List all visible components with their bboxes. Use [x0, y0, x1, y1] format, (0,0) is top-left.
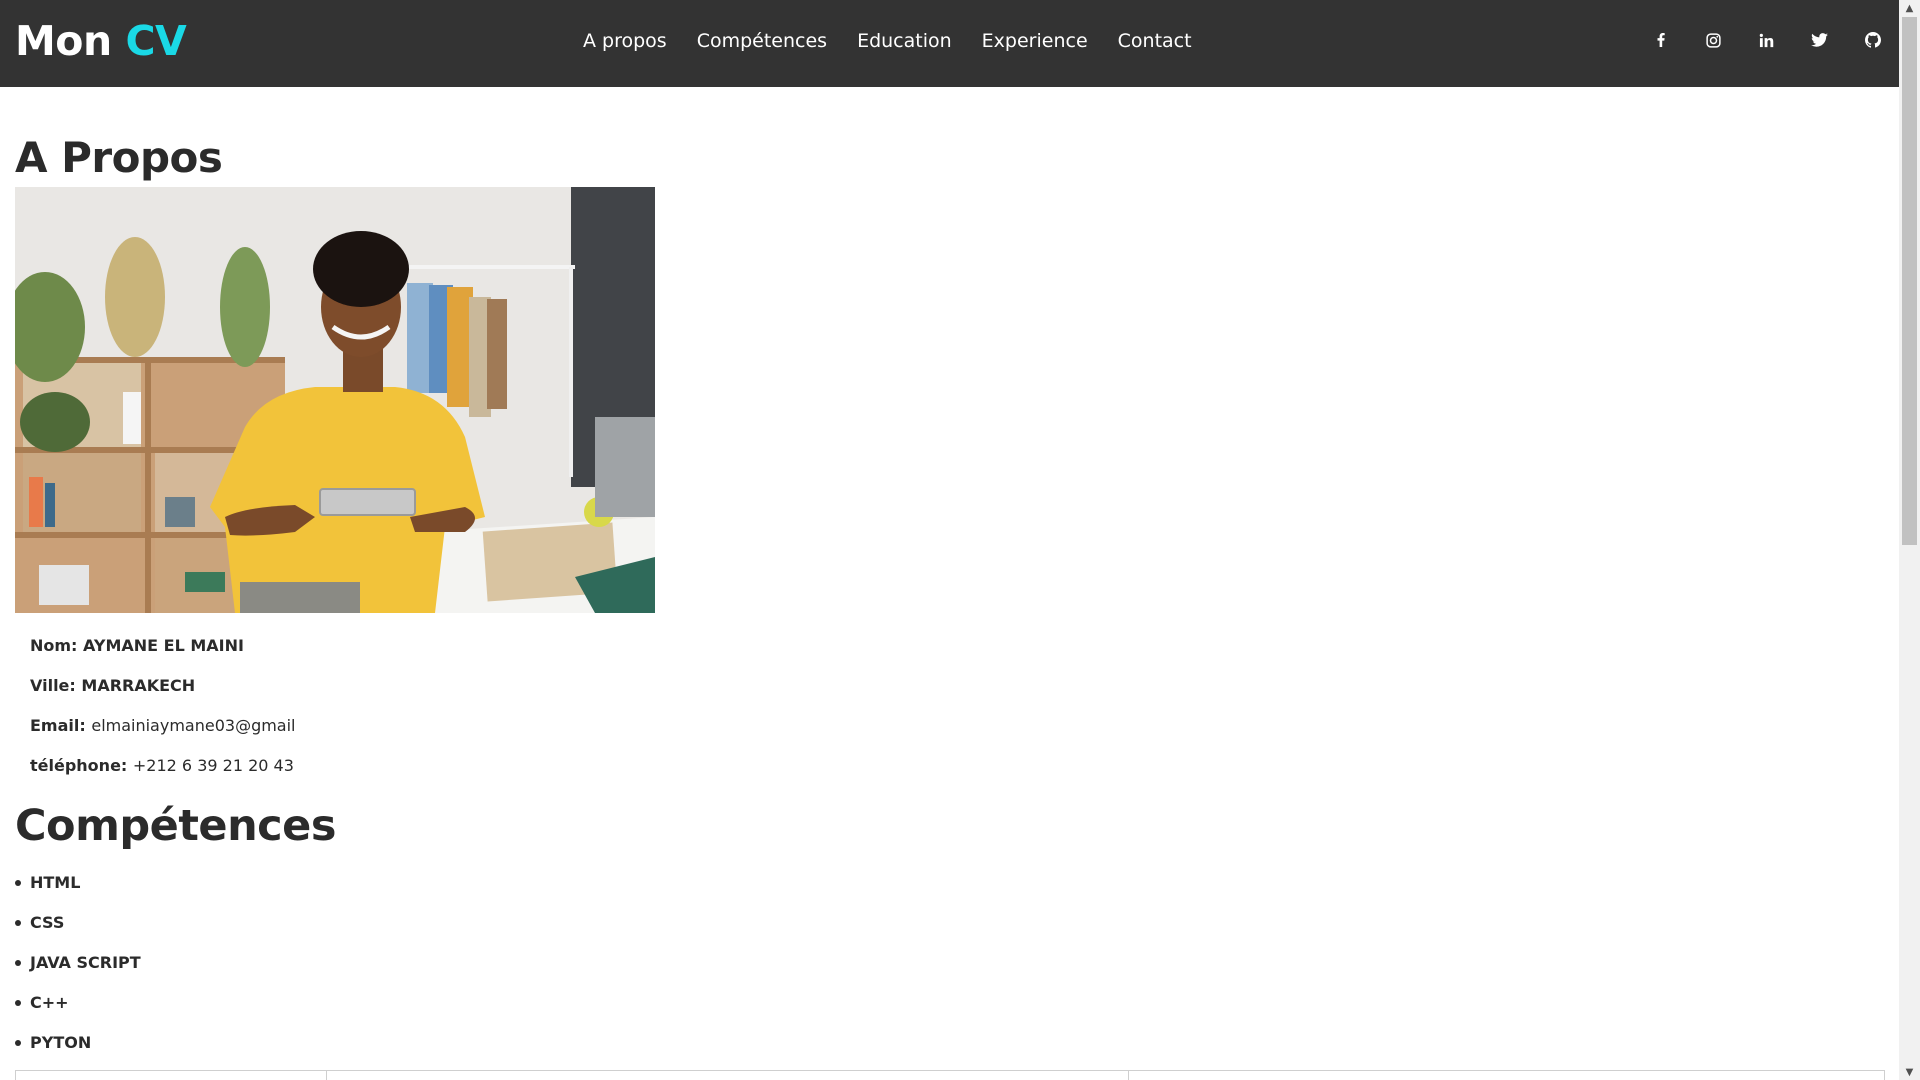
- list-item: HTML: [15, 873, 141, 893]
- nav-link-contact[interactable]: Contact: [1118, 30, 1192, 52]
- scroll-up-icon[interactable]: ▲: [1899, 0, 1920, 16]
- info-label: Ville:: [30, 676, 76, 695]
- skill-label: C++: [30, 993, 69, 1012]
- profile-photo: [15, 187, 655, 613]
- instagram-icon[interactable]: [1687, 30, 1740, 50]
- list-item: C++: [15, 993, 141, 1013]
- logo-main-text: Mon: [15, 17, 112, 65]
- skills-list: HTML CSS JAVA SCRIPT C++ PYTON: [15, 873, 141, 1073]
- table-column-divider: [326, 1071, 327, 1080]
- section-title-apropos: A Propos: [15, 133, 223, 182]
- info-telephone: téléphone: +212 6 39 21 20 43: [30, 756, 296, 776]
- section-title-competences: Compétences: [15, 801, 336, 851]
- info-label: Email:: [30, 716, 86, 735]
- info-nom: Nom: AYMANE EL MAINI: [30, 636, 296, 656]
- skill-label: JAVA SCRIPT: [30, 953, 141, 972]
- info-value: AYMANE EL MAINI: [83, 636, 244, 655]
- list-item: PYTON: [15, 1033, 141, 1053]
- skill-label: HTML: [30, 873, 81, 892]
- site-logo[interactable]: Mon CV: [15, 17, 187, 65]
- list-item: JAVA SCRIPT: [15, 953, 141, 973]
- info-label: Nom:: [30, 636, 78, 655]
- page: Mon CV A propos Compétences Education Ex…: [0, 0, 1920, 1080]
- bullet-icon: [15, 1040, 21, 1046]
- bullet-icon: [15, 1000, 21, 1006]
- table-column-divider: [1128, 1071, 1129, 1080]
- social-links: [1634, 30, 1899, 50]
- github-icon[interactable]: [1846, 30, 1899, 50]
- info-email: Email: elmainiaymane03@gmail: [30, 716, 296, 736]
- nav-link-experience[interactable]: Experience: [982, 30, 1088, 52]
- skill-label: CSS: [30, 913, 65, 932]
- education-table-top: [15, 1070, 1885, 1080]
- nav-link-competences[interactable]: Compétences: [697, 30, 827, 52]
- personal-info: Nom: AYMANE EL MAINI Ville: MARRAKECH Em…: [30, 636, 296, 796]
- info-value: +212 6 39 21 20 43: [132, 756, 294, 775]
- page-scrollbar[interactable]: ▲ ▼: [1899, 0, 1920, 1080]
- info-ville: Ville: MARRAKECH: [30, 676, 296, 696]
- nav-link-education[interactable]: Education: [857, 30, 952, 52]
- top-navbar: Mon CV A propos Compétences Education Ex…: [0, 0, 1899, 87]
- twitter-icon[interactable]: [1793, 30, 1846, 50]
- info-value: elmainiaymane03@gmail: [91, 716, 296, 735]
- linkedin-icon[interactable]: [1740, 30, 1793, 50]
- nav-link-apropos[interactable]: A propos: [583, 30, 667, 52]
- logo-accent-text: CV: [125, 17, 187, 65]
- bullet-icon: [15, 880, 21, 886]
- main-nav: A propos Compétences Education Experienc…: [583, 30, 1192, 52]
- bullet-icon: [15, 920, 21, 926]
- scrollbar-thumb[interactable]: [1902, 17, 1917, 545]
- facebook-icon[interactable]: [1634, 30, 1687, 50]
- list-item: CSS: [15, 913, 141, 933]
- info-value: MARRAKECH: [81, 676, 196, 695]
- skill-label: PYTON: [30, 1033, 92, 1052]
- scroll-down-icon[interactable]: ▼: [1899, 1064, 1920, 1080]
- info-label: téléphone:: [30, 756, 128, 775]
- bullet-icon: [15, 960, 21, 966]
